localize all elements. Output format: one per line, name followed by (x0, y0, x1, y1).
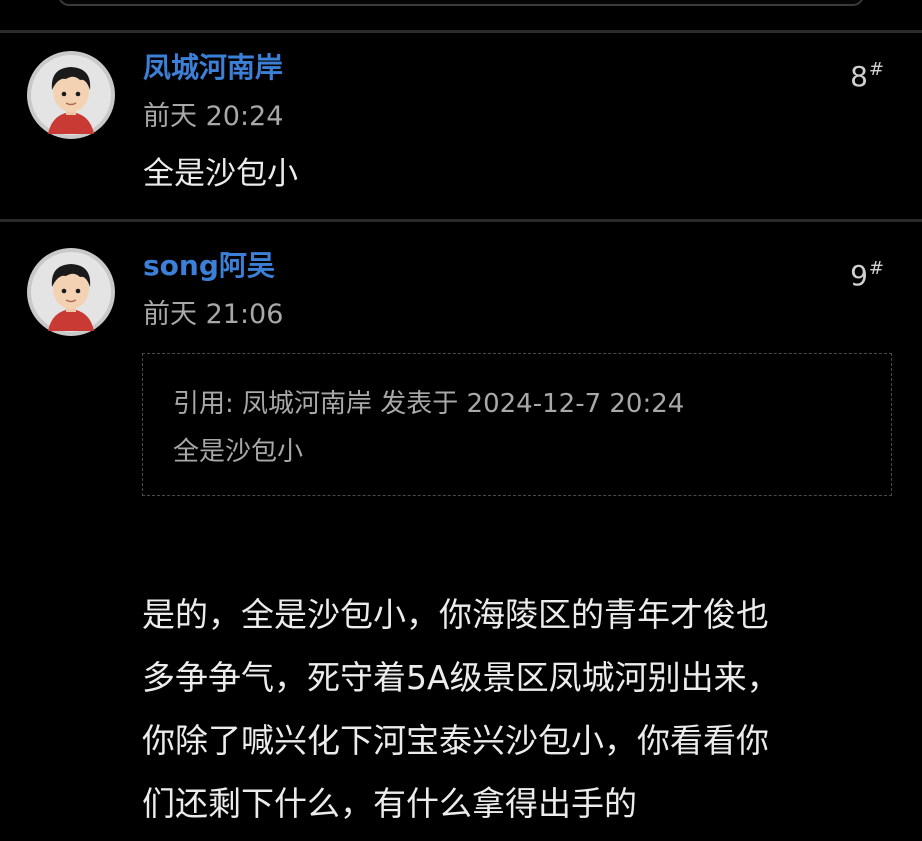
top-input-edge[interactable] (58, 0, 864, 6)
floor-mark: # (868, 258, 884, 279)
floor-number: 8# (850, 53, 884, 94)
post-content-line: 多争争气，死守着5A级景区凤城河别出来， (142, 658, 780, 697)
post-time: 前天 21:06 (143, 299, 284, 330)
post-time: 前天 20:24 (143, 101, 284, 132)
floor-number-value: 8 (850, 60, 868, 93)
username[interactable]: 凤城河南岸 (143, 51, 283, 85)
post-divider (0, 30, 922, 33)
post-content: 全是沙包小 (143, 156, 298, 192)
post-content: 是的，全是沙包小，你海陵区的青年才俊也 多争争气，死守着5A级景区凤城河别出来，… (142, 583, 902, 835)
avatar-icon[interactable] (26, 247, 116, 337)
post-content-line: 是的，全是沙包小，你海陵区的青年才俊也 (142, 595, 769, 634)
avatar-icon[interactable] (26, 50, 116, 140)
floor-mark: # (868, 59, 884, 80)
quote-block[interactable]: 引用: 凤城河南岸 发表于 2024-12-7 20:24 全是沙包小 (142, 353, 892, 496)
quote-body: 全是沙包小 (173, 437, 304, 467)
floor-number-value: 9 (850, 259, 868, 292)
quote-header: 引用: 凤城河南岸 发表于 2024-12-7 20:24 (173, 389, 685, 419)
post-content-line: 你除了喊兴化下河宝泰兴沙包小，你看看你 (142, 721, 769, 760)
floor-number: 9# (850, 252, 884, 293)
username[interactable]: song阿吴 (143, 249, 275, 283)
post-content-line: 们还剩下什么，有什么拿得出手的 (142, 784, 637, 823)
post-divider (0, 219, 922, 222)
